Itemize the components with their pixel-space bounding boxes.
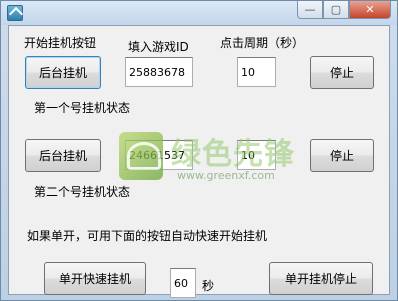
account1-start-button[interactable]: 后台挂机: [25, 56, 101, 89]
window-controls: — ▢ ✕: [297, 1, 391, 19]
minimize-icon: —: [304, 3, 316, 16]
quick-seconds-input[interactable]: 60: [170, 268, 196, 298]
account1-game-id-input[interactable]: 25883678: [125, 57, 193, 87]
maximize-icon: ▢: [330, 3, 342, 16]
account2-stop-button[interactable]: 停止: [310, 139, 374, 172]
watermark-text: 绿色先锋: [171, 137, 295, 172]
header-period-label: 点击周期（秒）: [220, 36, 305, 50]
header-game-id-label: 填入游戏ID: [128, 40, 189, 54]
quick-start-button[interactable]: 单开快速挂机: [44, 262, 146, 295]
minimize-button[interactable]: —: [297, 1, 323, 19]
watermark-logo-icon: [119, 132, 163, 180]
maximize-button[interactable]: ▢: [323, 1, 349, 19]
quick-seconds-unit: 秒: [202, 279, 215, 293]
account1-stop-button[interactable]: 停止: [310, 56, 374, 89]
header-start-label: 开始挂机按钮: [24, 36, 97, 50]
account2-status: 第二个号挂机状态: [34, 185, 131, 199]
account1-period-input[interactable]: 10: [237, 57, 276, 87]
quick-stop-button[interactable]: 单开挂机停止: [269, 262, 373, 295]
app-window: — ▢ ✕ 开始挂机按钮 填入游戏ID 点击周期（秒） 后台挂机 2588367…: [0, 0, 398, 301]
watermark-url: www.greenxf.com: [177, 169, 275, 182]
close-button[interactable]: ✕: [349, 1, 391, 19]
account2-start-button[interactable]: 后台挂机: [25, 139, 101, 172]
app-icon: [7, 5, 23, 21]
account1-status: 第一个号挂机状态: [34, 101, 131, 115]
title-bar[interactable]: — ▢ ✕: [1, 1, 397, 25]
close-icon: ✕: [365, 3, 375, 16]
quick-hint: 如果单开，可用下面的按钮自动快速开始挂机: [27, 229, 268, 243]
